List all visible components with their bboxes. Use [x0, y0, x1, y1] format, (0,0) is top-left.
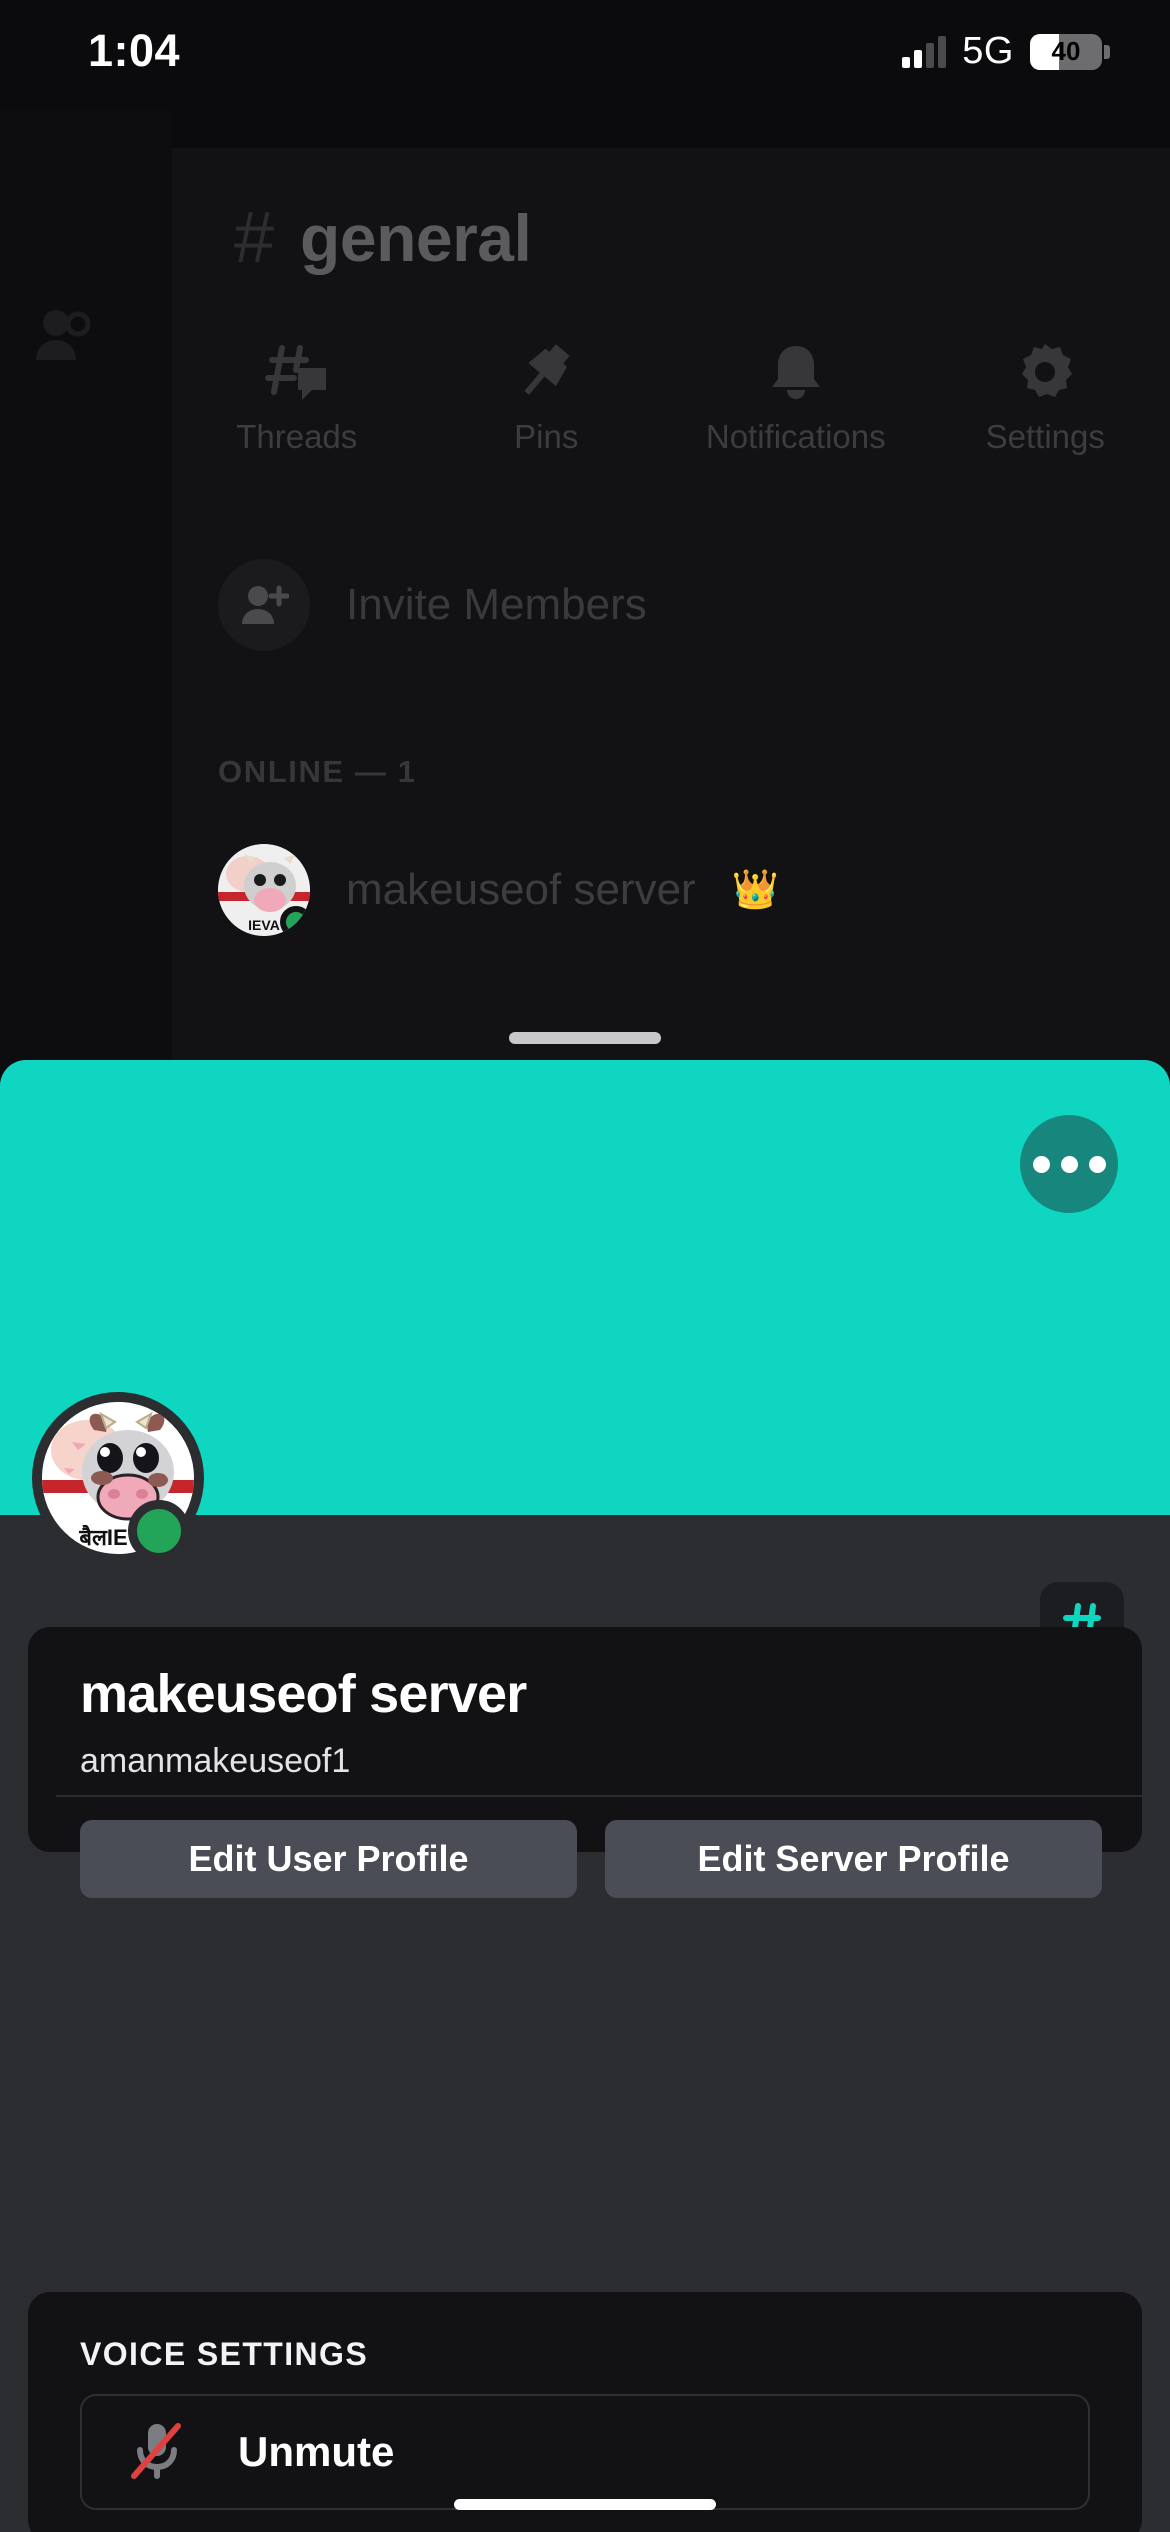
- mic-muted-icon: [128, 2418, 186, 2487]
- toolbar-item-settings[interactable]: Settings: [921, 340, 1170, 490]
- toolbar-label-pins: Pins: [514, 418, 579, 455]
- toolbar-item-notifications[interactable]: Notifications: [671, 340, 921, 490]
- online-status-badge: [128, 1500, 190, 1562]
- bell-icon: [771, 346, 820, 399]
- home-indicator[interactable]: [454, 2499, 716, 2510]
- edit-user-profile-button[interactable]: Edit User Profile: [80, 1820, 577, 1898]
- toolbar-item-pins[interactable]: Pins: [422, 340, 672, 490]
- people-icon: [30, 305, 100, 365]
- unmute-button[interactable]: Unmute: [80, 2394, 1090, 2510]
- divider: [56, 1795, 1142, 1797]
- avatar: IEVA: [218, 844, 310, 936]
- invite-members-label: Invite Members: [346, 580, 647, 629]
- unmute-label: Unmute: [238, 2428, 395, 2475]
- profile-display-name: makeuseof server: [80, 1664, 527, 1724]
- crown-icon: 👑: [731, 869, 780, 911]
- online-count-header: ONLINE — 1: [218, 754, 417, 789]
- hash-icon: #: [234, 198, 275, 278]
- voice-settings-title: VOICE SETTINGS: [80, 2336, 369, 2372]
- status-badge: [280, 906, 310, 936]
- status-time: 1:04: [88, 25, 181, 76]
- gear-icon: [1022, 344, 1073, 397]
- battery-percent: 40: [1051, 36, 1081, 66]
- edit-server-profile-button[interactable]: Edit Server Profile: [605, 1820, 1102, 1898]
- toolbar-item-threads[interactable]: Threads: [172, 340, 422, 490]
- voice-settings-card: VOICE SETTINGS Unmute: [28, 2292, 1142, 2532]
- channel-toolbar: Threads Pins Notifications Settings: [172, 340, 1170, 490]
- battery-icon: 40: [1030, 33, 1102, 70]
- toolbar-label-notifications: Notifications: [705, 418, 886, 455]
- pin-icon: [524, 344, 570, 395]
- cellular-signal-icon: [902, 35, 947, 68]
- person-add-icon: [218, 559, 310, 651]
- threads-icon: [264, 345, 326, 400]
- drag-handle[interactable]: [509, 1032, 661, 1044]
- toolbar-label-threads: Threads: [236, 418, 358, 455]
- channel-header[interactable]: # general: [172, 148, 1170, 328]
- status-bar: 1:04 5G 40: [0, 0, 1170, 110]
- member-list-item[interactable]: IEVA makeuseof server 👑: [172, 835, 1170, 945]
- more-options-button[interactable]: [1020, 1115, 1118, 1213]
- page-title: general: [300, 201, 532, 275]
- profile-actions: Edit User Profile Edit Server Profile: [80, 1820, 1102, 1898]
- user-profile-sheet: बैलIEVA makeuseof server amanmakeuseof1 …: [0, 1060, 1170, 2532]
- more-horizontal-icon: [1032, 1155, 1050, 1173]
- profile-card: makeuseof server amanmakeuseof1 Edit Use…: [28, 1627, 1142, 1898]
- network-type-label: 5G: [962, 30, 1014, 72]
- toolbar-label-settings: Settings: [985, 418, 1105, 455]
- member-name: makeuseof server: [346, 865, 696, 914]
- svg-text:IEVA: IEVA: [248, 917, 280, 933]
- status-indicators: 5G 40: [902, 30, 1110, 73]
- phone-screen: # general Threads Pins Notifications Set…: [0, 0, 1170, 2532]
- profile-username: amanmakeuseof1: [80, 1742, 351, 1780]
- invite-members-row[interactable]: Invite Members: [172, 540, 1170, 670]
